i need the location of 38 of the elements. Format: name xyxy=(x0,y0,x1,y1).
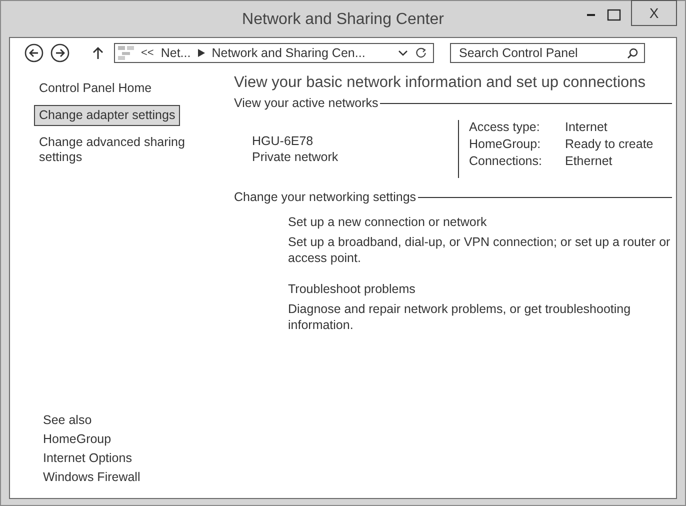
detail-label: Access type: xyxy=(469,120,541,134)
breadcrumb[interactable]: Network and Sharing Cen... xyxy=(212,46,366,60)
chevron-down-icon[interactable] xyxy=(398,50,408,56)
network-category-link[interactable]: Private network xyxy=(252,150,458,164)
close-button[interactable]: X xyxy=(631,0,677,26)
sidebar-link[interactable]: Change adapter settings xyxy=(34,105,180,126)
see-also-heading: See also xyxy=(43,413,93,427)
detail-label: HomeGroup: xyxy=(469,137,542,151)
refresh-icon[interactable] xyxy=(415,47,427,59)
network-name: HGU-6E78 xyxy=(252,134,314,148)
detail-value: Ethernet xyxy=(565,154,614,168)
see-also-link[interactable]: Internet Options xyxy=(43,451,234,465)
section-heading: Change your networking settings xyxy=(234,190,416,204)
forward-icon[interactable] xyxy=(50,43,70,63)
task-link[interactable]: Set up a new connection or network xyxy=(288,214,672,230)
task-description: Diagnose and repair network problems, or get troubleshooting information. xyxy=(288,301,632,333)
breadcrumb-separator-icon xyxy=(198,49,205,57)
sidebar-link[interactable]: Control Panel Home xyxy=(34,78,194,99)
detail-value: Internet xyxy=(565,120,608,134)
detail-label: Connections: xyxy=(469,154,543,168)
address-bar[interactable]: << Net... Network and Sharing Cen... xyxy=(114,43,434,63)
up-arrow-icon[interactable] xyxy=(92,46,104,60)
task-description: Set up a broadband, dial-up, or VPN connection; or set up a router or access point. xyxy=(288,234,672,266)
breadcrumb-overflow[interactable]: << xyxy=(141,47,154,59)
see-also-link[interactable]: Windows Firewall xyxy=(43,470,234,484)
search-field[interactable]: Search Control Panel xyxy=(450,43,645,63)
see-also-link[interactable]: HomeGroup xyxy=(43,432,234,446)
page-heading: View your basic network information and set up connections xyxy=(234,74,647,92)
sidebar-link[interactable]: Change advanced sharing settings xyxy=(34,132,194,168)
back-icon[interactable] xyxy=(24,43,44,63)
search-icon[interactable] xyxy=(627,48,638,59)
section-heading: View your active networks xyxy=(234,96,378,110)
task-link[interactable]: Troubleshoot problems xyxy=(288,281,672,297)
window-title: Network and Sharing Center xyxy=(242,11,444,28)
maximize-icon[interactable] xyxy=(607,9,621,21)
detail-value: Ready to create xyxy=(565,137,654,151)
network-icon xyxy=(118,46,134,60)
breadcrumb[interactable]: Net... xyxy=(160,46,191,60)
